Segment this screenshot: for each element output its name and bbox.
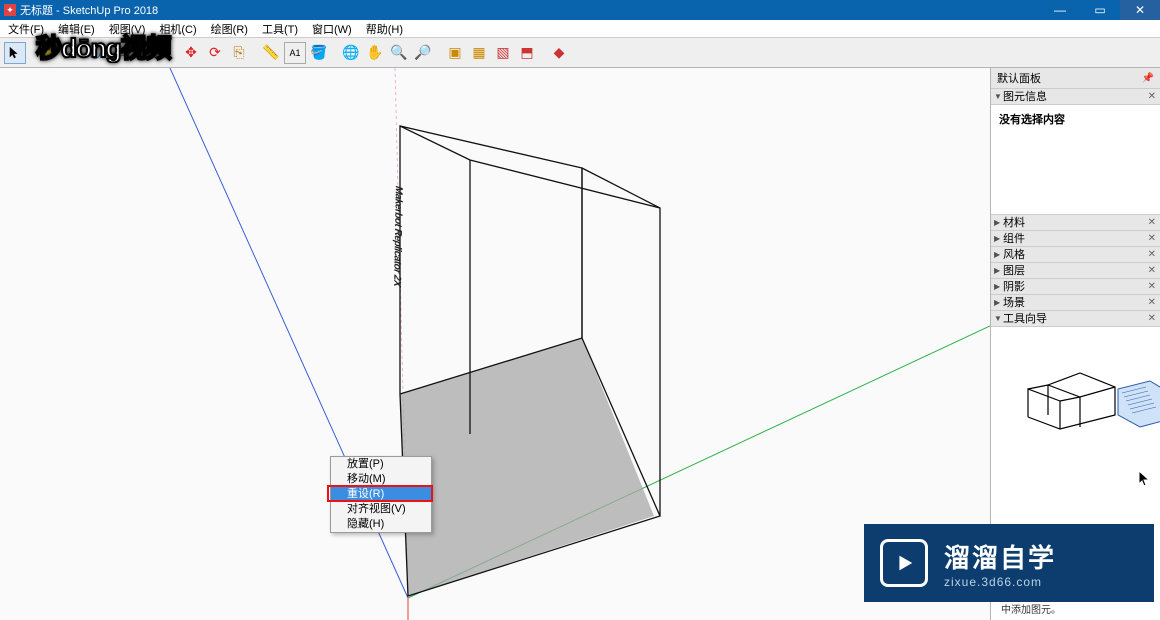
tool-warehouse[interactable]: ⬒ [516, 42, 538, 64]
tool-top[interactable]: ▧ [492, 42, 514, 64]
panel-close-icon[interactable]: ✕ [1148, 311, 1156, 327]
scene-drawing [0, 68, 990, 620]
watermark-logo: 秒dōng视频 [36, 28, 171, 65]
tool-rotate[interactable]: ⟳ [204, 42, 226, 64]
tray-title-bar[interactable]: 默认面板 📌 [991, 68, 1160, 89]
play-icon [880, 539, 928, 587]
panel-scenes-label: 场景 [1003, 295, 1025, 311]
minimize-button[interactable]: ― [1040, 0, 1080, 20]
titlebar: ✦ 无标题 - SketchUp Pro 2018 ― ▭ ✕ [0, 0, 1160, 20]
context-item-place[interactable]: 放置(P) [331, 457, 431, 472]
menu-help[interactable]: 帮助(H) [362, 20, 407, 38]
cursor-icon [1138, 470, 1152, 488]
tool-paint[interactable]: 🪣 [308, 42, 330, 64]
brand-overlay: 溜溜自学 zixue.3d66.com [864, 524, 1154, 602]
panel-components[interactable]: ▶ 组件 ✕ [991, 231, 1160, 247]
panel-close-icon[interactable]: ✕ [1148, 89, 1156, 105]
panel-styles-label: 风格 [1003, 247, 1025, 263]
tool-offset[interactable]: ⎘ [228, 42, 250, 64]
panel-entity-info[interactable]: ▼ 图元信息 ✕ [991, 89, 1160, 105]
panel-close-icon[interactable]: ✕ [1148, 215, 1156, 231]
panel-materials-label: 材料 [1003, 215, 1025, 231]
panel-close-icon[interactable]: ✕ [1148, 247, 1156, 263]
tool-orbit[interactable]: 🌐 [340, 42, 362, 64]
context-item-hide[interactable]: 隐藏(H) [331, 517, 431, 532]
expand-icon: ▼ [994, 311, 1002, 327]
app-icon: ✦ [4, 4, 16, 16]
panel-instructor[interactable]: ▼ 工具向导 ✕ [991, 311, 1160, 327]
tool-move[interactable]: ✥ [180, 42, 202, 64]
instructor-hint-2: 中添加图元。 [1001, 601, 1108, 616]
panel-layers[interactable]: ▶ 图层 ✕ [991, 263, 1160, 279]
brand-url: zixue.3d66.com [944, 575, 1056, 589]
toolbar: 🧽 ／ ◡ ▭ ◯ ⬍ ✥ ⟳ ⎘ 📏 A1 🪣 🌐 ✋ 🔍 🔎 ▣ ▦ ▧ ⬒… [0, 38, 1160, 68]
maximize-button[interactable]: ▭ [1080, 0, 1120, 20]
panel-materials[interactable]: ▶ 材料 ✕ [991, 215, 1160, 231]
panel-close-icon[interactable]: ✕ [1148, 263, 1156, 279]
menu-tools[interactable]: 工具(T) [258, 20, 302, 38]
panel-close-icon[interactable]: ✕ [1148, 231, 1156, 247]
tool-zoom[interactable]: 🔍 [388, 42, 410, 64]
watermark-text: 秒dōng视频 [36, 33, 171, 63]
panel-close-icon[interactable]: ✕ [1148, 279, 1156, 295]
collapse-icon: ▶ [994, 263, 1000, 279]
tool-select[interactable] [4, 42, 26, 64]
tool-iso[interactable]: ▣ [444, 42, 466, 64]
menu-window[interactable]: 窗口(W) [308, 20, 356, 38]
panel-shadows[interactable]: ▶ 阴影 ✕ [991, 279, 1160, 295]
panel-components-label: 组件 [1003, 231, 1025, 247]
collapse-icon: ▶ [994, 279, 1000, 295]
panel-instructor-label: 工具向导 [1003, 311, 1047, 327]
close-button[interactable]: ✕ [1120, 0, 1160, 20]
entity-info-body: 没有选择内容 [991, 105, 1160, 215]
tool-front[interactable]: ▦ [468, 42, 490, 64]
panel-entity-info-label: 图元信息 [1003, 89, 1047, 105]
tool-extension[interactable]: ◆ [548, 42, 570, 64]
tray-title: 默认面板 [997, 70, 1041, 86]
menu-draw[interactable]: 绘图(R) [207, 20, 252, 38]
tool-text[interactable]: A1 [284, 42, 306, 64]
brand-title: 溜溜自学 [944, 538, 1056, 575]
expand-icon: ▼ [994, 89, 1002, 105]
collapse-icon: ▶ [994, 215, 1000, 231]
panel-layers-label: 图层 [1003, 263, 1025, 279]
instructor-illustration-icon [1020, 357, 1160, 447]
panel-styles[interactable]: ▶ 风格 ✕ [991, 247, 1160, 263]
context-item-align[interactable]: 对齐视图(V) [331, 502, 431, 517]
viewport-3d[interactable]: Makerbot Replicator 2X 放置(P) 移动(M) 重设(R)… [0, 68, 990, 620]
panel-scenes[interactable]: ▶ 场景 ✕ [991, 295, 1160, 311]
menubar: 文件(F) 编辑(E) 视图(V) 相机(C) 绘图(R) 工具(T) 窗口(W… [0, 20, 1160, 38]
tool-zoom-extents[interactable]: 🔎 [412, 42, 434, 64]
tool-tape[interactable]: 📏 [260, 42, 282, 64]
window-title: 无标题 - SketchUp Pro 2018 [20, 2, 158, 18]
face-label: Makerbot Replicator 2X [391, 184, 404, 288]
tray-pin-icon[interactable]: 📌 [1142, 73, 1154, 84]
collapse-icon: ▶ [994, 231, 1000, 247]
collapse-icon: ▶ [994, 247, 1000, 263]
collapse-icon: ▶ [994, 295, 1000, 311]
entity-info-text: 没有选择内容 [999, 114, 1065, 126]
tool-pan[interactable]: ✋ [364, 42, 386, 64]
panel-close-icon[interactable]: ✕ [1148, 295, 1156, 311]
window-controls: ― ▭ ✕ [1040, 0, 1160, 20]
panel-shadows-label: 阴影 [1003, 279, 1025, 295]
highlight-box [327, 485, 433, 502]
